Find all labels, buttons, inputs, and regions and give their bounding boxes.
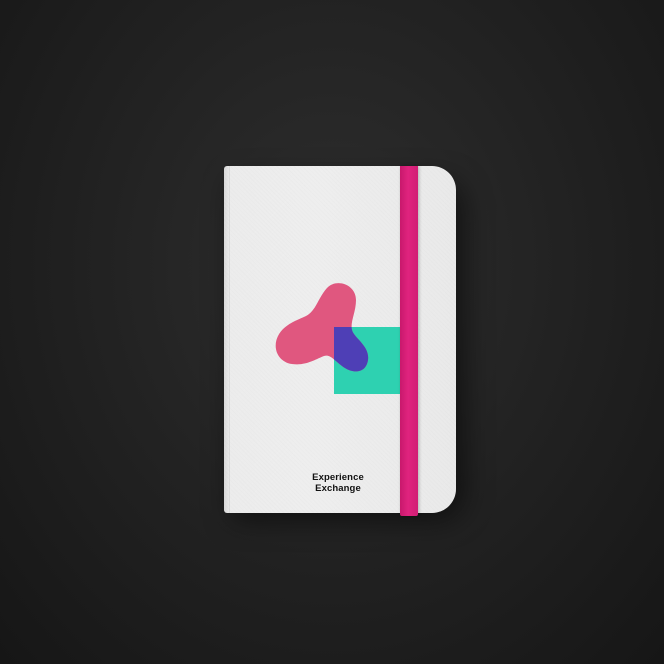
blob-and-square-logo-icon [275, 283, 400, 394]
mockup-scene: Experience Exchange [0, 0, 664, 664]
notebook-spine [229, 166, 230, 513]
brand-line-2: Exchange [315, 483, 361, 494]
brand-wordmark: Experience Exchange [290, 472, 386, 494]
brand-line-1: Experience [312, 472, 364, 483]
elastic-band [400, 166, 418, 516]
